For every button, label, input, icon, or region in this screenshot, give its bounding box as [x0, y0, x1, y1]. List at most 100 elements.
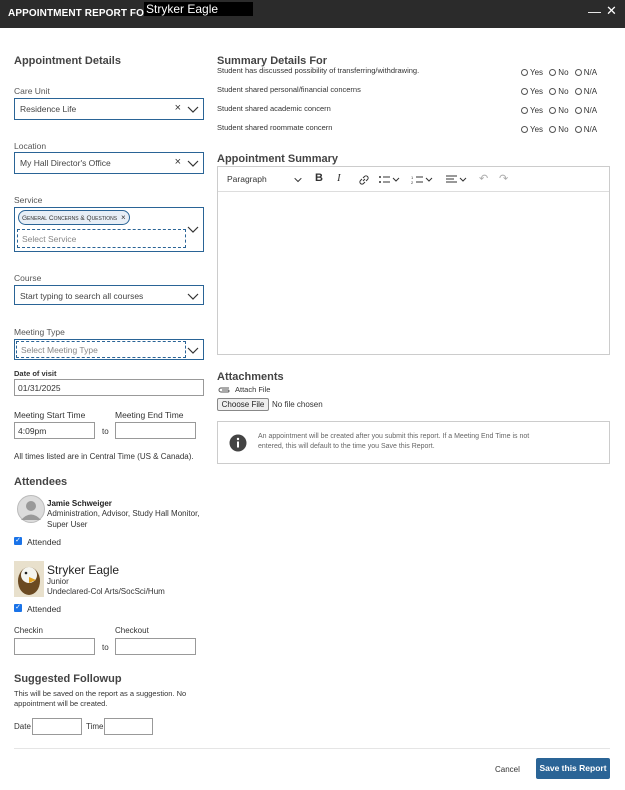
meeting-start-label: Meeting Start Time — [14, 410, 86, 420]
na-radio[interactable] — [574, 107, 582, 115]
choose-file-button[interactable]: Choose File — [217, 398, 269, 411]
course-label: Course — [14, 273, 42, 283]
link-icon[interactable] — [358, 174, 370, 186]
minimize-button[interactable]: — — [588, 4, 601, 19]
checkout-label: Checkout — [115, 626, 149, 635]
yes-radio[interactable] — [521, 126, 528, 134]
yes-radio[interactable] — [521, 88, 528, 96]
attendee-role: Super User — [47, 520, 88, 529]
question-options: Yes No N/A — [521, 87, 597, 96]
paperclip-icon — [218, 387, 230, 393]
attendee-name: Jamie Schweiger — [47, 499, 112, 508]
meeting-type-input[interactable]: Select Meeting Type — [16, 341, 186, 358]
editor-body[interactable] — [218, 193, 609, 354]
meeting-type-label: Meeting Type — [14, 327, 65, 337]
course-placeholder: Start typing to search all courses — [20, 291, 144, 301]
avatar — [17, 495, 45, 523]
na-radio[interactable] — [574, 88, 582, 96]
attended-checkbox[interactable]: ✓ — [14, 537, 22, 545]
suggested-followup-title: Suggested Followup — [14, 673, 122, 685]
followup-note: This will be saved on the report as a su… — [14, 689, 187, 698]
close-button[interactable]: ✕ — [606, 3, 617, 19]
appointment-details-title: Appointment Details — [14, 55, 121, 67]
no-radio[interactable] — [549, 126, 557, 134]
clear-icon[interactable]: × — [175, 156, 181, 168]
info-box: An appointment will be created after you… — [217, 421, 610, 464]
format-dropdown[interactable]: Paragraph — [227, 174, 267, 184]
date-of-visit-label: Date of visit — [14, 369, 57, 378]
appointment-summary-title: Appointment Summary — [217, 153, 339, 165]
date-of-visit-input[interactable]: 01/31/2025 — [14, 379, 204, 396]
followup-time-input[interactable] — [104, 718, 153, 735]
meeting-start-input[interactable]: 4:09pm — [14, 422, 95, 439]
na-radio[interactable] — [574, 126, 582, 134]
remove-chip-icon[interactable]: × — [121, 213, 126, 222]
no-radio[interactable] — [549, 88, 557, 96]
align-icon[interactable] — [445, 174, 467, 186]
question-text: Student shared academic concern — [217, 104, 331, 113]
location-select[interactable]: My Hall Director's Office × — [14, 152, 204, 174]
care-unit-select[interactable]: Residence Life × — [14, 98, 204, 120]
meeting-end-input[interactable] — [115, 422, 196, 439]
course-select[interactable]: Start typing to search all courses — [14, 285, 204, 305]
attendee-role: Junior — [47, 577, 69, 586]
meeting-type-select[interactable]: Select Meeting Type — [14, 339, 204, 360]
cancel-button[interactable]: Cancel — [495, 765, 520, 774]
avatar — [14, 561, 44, 597]
window-title: APPOINTMENT REPORT FOR — [8, 8, 152, 19]
na-radio[interactable] — [574, 69, 582, 77]
chevron-down-icon[interactable] — [187, 158, 199, 168]
yes-radio[interactable] — [521, 107, 528, 115]
yes-radio[interactable] — [521, 69, 528, 77]
footer-divider — [14, 748, 610, 749]
numbered-list-icon[interactable]: 12 — [411, 174, 433, 186]
question-text: Student shared roommate concern — [217, 123, 333, 132]
chevron-down-icon[interactable] — [294, 176, 302, 183]
editor-toolbar: Paragraph B I 12 ↶ ↷ — [218, 167, 609, 192]
attendee-name: Stryker Eagle — [47, 563, 120, 577]
chevron-down-icon[interactable] — [187, 291, 199, 301]
question-options: Yes No N/A — [521, 125, 597, 134]
info-text: entered, this will default to the time y… — [258, 443, 435, 450]
chevron-down-icon[interactable] — [187, 104, 199, 114]
italic-icon[interactable]: I — [337, 172, 341, 184]
followup-date-label: Date — [14, 722, 31, 731]
attended-checkbox[interactable]: ✓ — [14, 604, 22, 612]
service-label: Service — [14, 195, 43, 205]
no-radio[interactable] — [549, 69, 557, 77]
clear-icon[interactable]: × — [175, 102, 181, 114]
undo-icon[interactable]: ↶ — [479, 172, 488, 185]
attendees-title: Attendees — [14, 476, 68, 488]
window-title-student: Stryker Eagle — [144, 2, 253, 16]
chevron-down-icon[interactable] — [187, 345, 199, 355]
checkin-input[interactable] — [14, 638, 95, 655]
attended-label: Attended — [27, 537, 62, 547]
to-label: to — [102, 643, 109, 652]
question-options: Yes No N/A — [521, 106, 597, 115]
rich-text-editor: Paragraph B I 12 ↶ ↷ — [217, 166, 610, 355]
checkin-label: Checkin — [14, 626, 43, 635]
timezone-note: All times listed are in Central Time (US… — [14, 452, 194, 461]
location-label: Location — [14, 141, 47, 151]
attach-file-link[interactable]: Attach File — [235, 385, 270, 394]
attachments-title: Attachments — [217, 371, 284, 383]
service-select[interactable]: General Concerns & Questions × Select Se… — [14, 207, 204, 252]
followup-time-label: Time — [86, 722, 104, 731]
question-options: Yes No N/A — [521, 68, 597, 77]
info-text: An appointment will be created after you… — [258, 433, 530, 440]
followup-date-input[interactable] — [32, 718, 82, 735]
service-search-input[interactable]: Select Service — [17, 229, 186, 248]
bold-icon[interactable]: B — [315, 172, 323, 184]
checkout-input[interactable] — [115, 638, 196, 655]
redo-icon[interactable]: ↷ — [499, 172, 508, 185]
svg-text:2: 2 — [411, 180, 414, 185]
title-bar: APPOINTMENT REPORT FOR Stryker Eagle — ✕ — [0, 0, 625, 28]
question-text: Student shared personal/financial concer… — [217, 85, 361, 94]
location-value: My Hall Director's Office — [20, 158, 111, 168]
bullet-list-icon[interactable] — [378, 174, 400, 186]
service-chip: General Concerns & Questions × — [18, 210, 130, 225]
no-radio[interactable] — [549, 107, 557, 115]
save-report-button[interactable]: Save this Report — [536, 758, 610, 779]
chevron-down-icon[interactable] — [187, 224, 199, 234]
question-text: Student has discussed possibility of tra… — [217, 66, 420, 75]
